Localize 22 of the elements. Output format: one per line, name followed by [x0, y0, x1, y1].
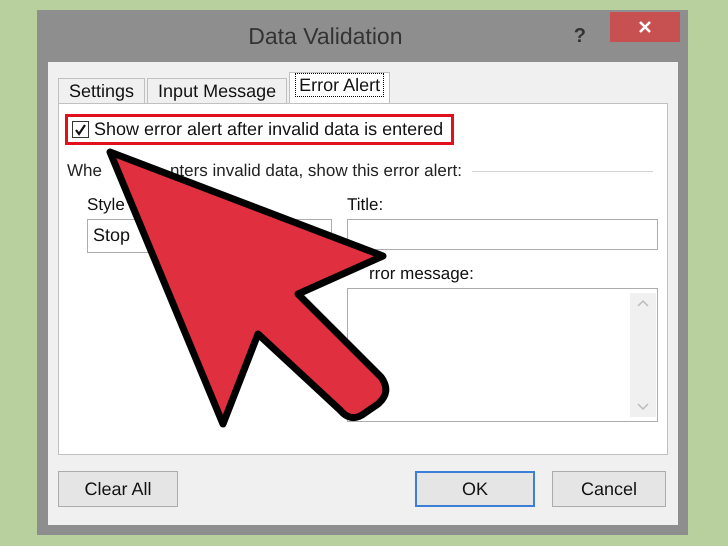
scroll-up-icon[interactable] — [637, 299, 649, 307]
error-message-field[interactable] — [347, 288, 658, 422]
scroll-down-icon[interactable] — [637, 403, 649, 411]
error-message-label: rror message: — [368, 264, 475, 284]
scrollbar[interactable] — [630, 293, 656, 417]
close-icon — [638, 20, 652, 34]
title-label: Title: — [347, 195, 384, 215]
checkbox-label[interactable]: Show error alert after invalid data is entered — [94, 119, 444, 140]
close-button[interactable] — [610, 12, 680, 42]
title-field[interactable] — [347, 219, 658, 250]
dialog-button[interactable]: Clear All — [58, 471, 178, 507]
style-dropdown[interactable]: Stop — [93, 225, 130, 246]
style-label: Style — [87, 195, 126, 215]
tab[interactable]: Input Message — [147, 78, 288, 103]
checkbox[interactable] — [72, 121, 89, 138]
section-label: Whe — [67, 161, 102, 181]
dialog-button[interactable]: Cancel — [552, 471, 666, 507]
help-button[interactable]: ? — [574, 24, 586, 48]
tab[interactable]: Error Alert — [289, 72, 390, 103]
ok-button[interactable]: OK — [415, 471, 535, 507]
tab[interactable]: Settings — [58, 78, 146, 103]
window-title: Data Validation — [247, 22, 404, 50]
